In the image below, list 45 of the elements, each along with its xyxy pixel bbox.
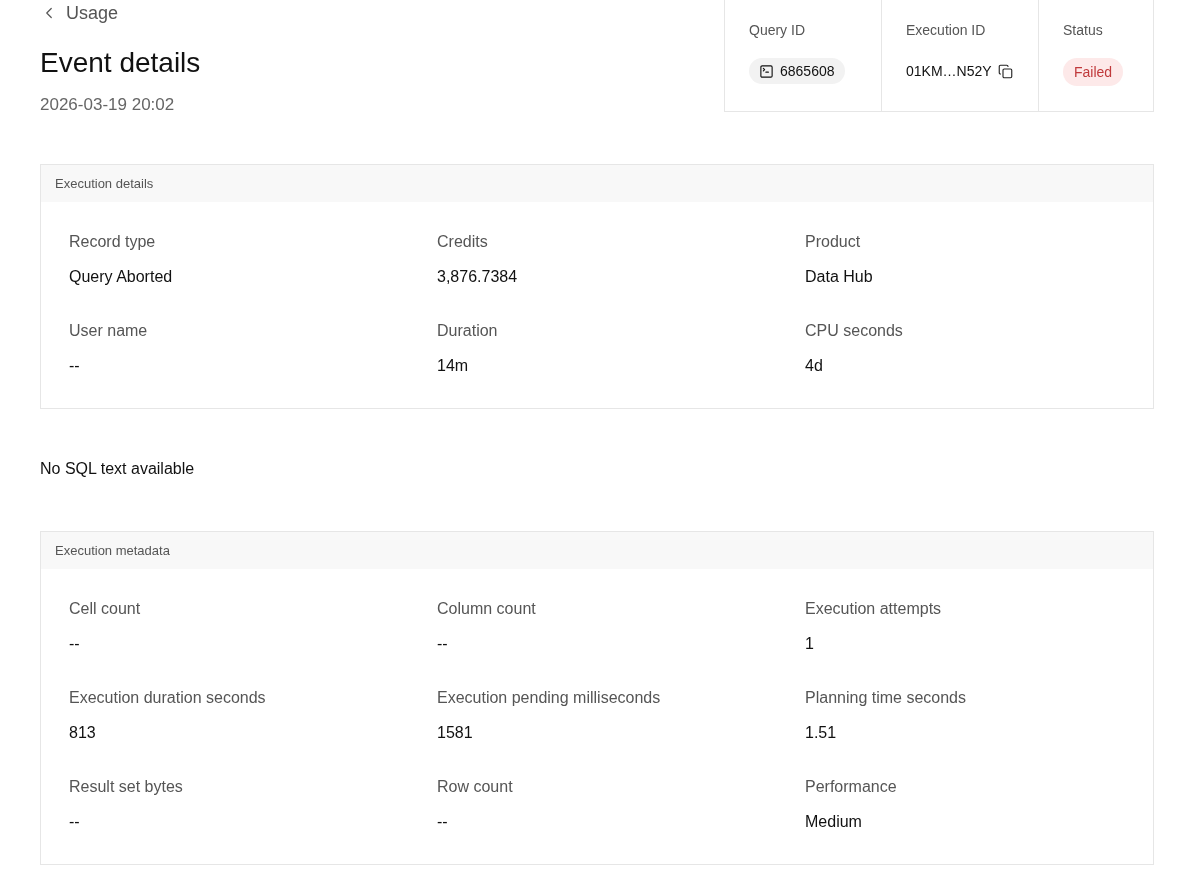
field-label: Performance (805, 777, 897, 797)
field-label: Result set bytes (69, 777, 183, 797)
field-value: -- (437, 812, 448, 832)
field-value: Data Hub (805, 267, 873, 287)
event-timestamp: 2026-03-19 20:02 (40, 95, 175, 115)
field-value: 813 (69, 723, 96, 743)
field-label: Row count (437, 777, 513, 797)
page-title: Event details (40, 46, 201, 80)
field-value: 1581 (437, 723, 473, 743)
summary-label: Execution ID (906, 21, 986, 40)
field-value: -- (69, 356, 80, 376)
field-label: Execution attempts (805, 599, 942, 619)
field-label: User name (69, 321, 148, 341)
query-id-link[interactable]: 6865608 (749, 58, 845, 84)
field-label: Credits (437, 232, 488, 252)
field-value: Medium (805, 812, 862, 832)
field-value: Query Aborted (69, 267, 173, 287)
status-badge: Failed (1063, 58, 1124, 86)
field-label: Execution pending milliseconds (437, 688, 661, 708)
summary-label: Status (1063, 21, 1103, 40)
copy-button[interactable] (997, 63, 1013, 79)
field-value: -- (437, 634, 448, 654)
field-label: Planning time seconds (805, 688, 966, 708)
field-label: Product (805, 232, 861, 252)
execution-id: 01KM…N52Y (906, 62, 992, 80)
summary-label: Query ID (749, 21, 805, 40)
copy-icon (997, 63, 1013, 79)
field-label: Record type (69, 232, 156, 252)
field-value: -- (69, 634, 80, 654)
field-value: 1 (805, 634, 814, 654)
field-label: Execution duration seconds (69, 688, 266, 708)
section-header: Execution metadata (41, 532, 1153, 569)
field-value: 3,876.7384 (437, 267, 518, 287)
section-header: Execution details (41, 165, 1153, 202)
sql-notice: No SQL text available (40, 459, 195, 479)
field-value: 4d (805, 356, 823, 376)
field-label: Duration (437, 321, 498, 341)
field-label: Cell count (69, 599, 141, 619)
back-link[interactable]: Usage (40, 2, 119, 24)
field-label: Column count (437, 599, 536, 619)
field-value: 14m (437, 356, 469, 376)
terminal-icon (759, 63, 774, 79)
field-value: -- (69, 812, 80, 832)
field-value: 1.51 (805, 723, 837, 743)
field-label: CPU seconds (805, 321, 903, 341)
